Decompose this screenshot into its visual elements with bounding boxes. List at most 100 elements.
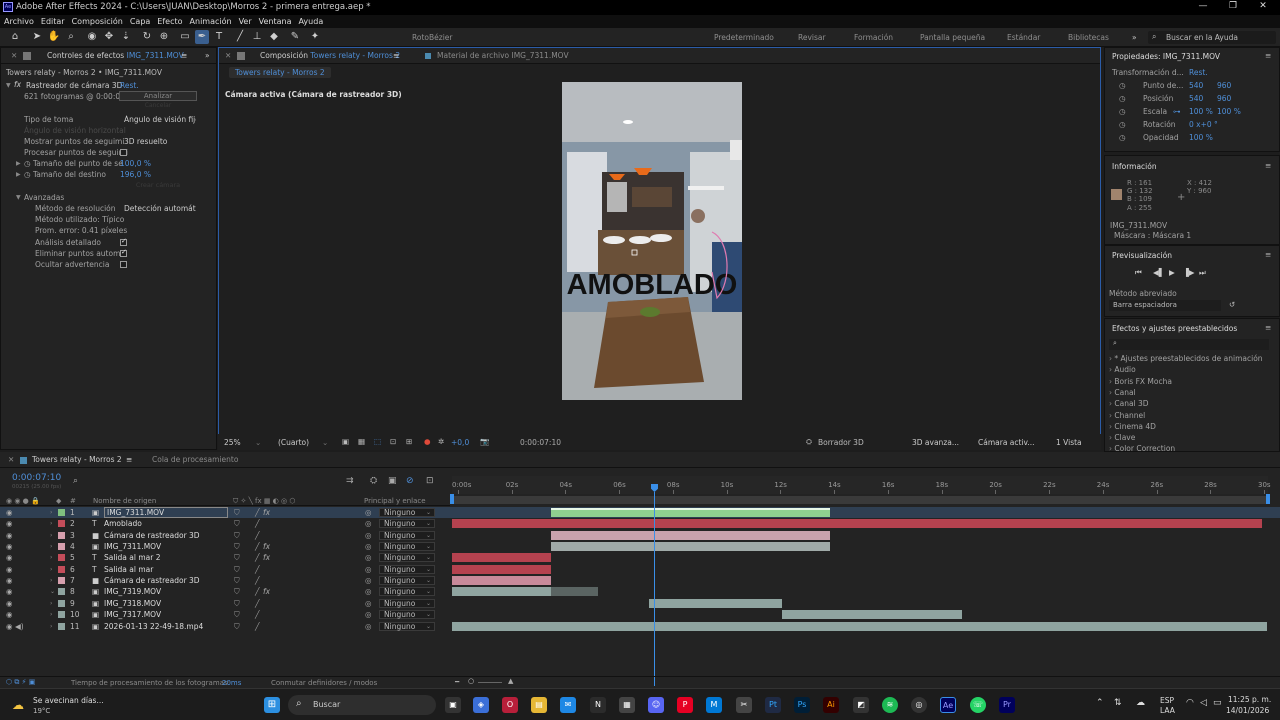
quality-switch-icon[interactable]: ╱ [255,610,260,619]
work-area-end-handle[interactable] [1266,494,1270,504]
expand-layer-icon[interactable]: › [50,600,52,607]
whatsapp-icon[interactable]: ☏ [970,697,986,713]
shy-switch-icon[interactable]: ⛉ [234,622,240,632]
zoom-slider-thumb[interactable]: ○ [468,677,474,685]
panel-menu-icon[interactable]: ≡ [181,51,187,60]
current-timecode[interactable]: 0:00:07:10 [520,438,561,447]
stopwatch-icon[interactable]: ◷ [1119,120,1126,129]
rotate-tool-icon[interactable]: ↻ [140,30,154,44]
expand-layer-icon[interactable]: › [50,554,52,561]
panel-menu-icon[interactable]: ≡ [393,51,399,60]
preset-category[interactable]: › Cinema 4D [1109,422,1156,431]
target-size-value[interactable]: 196,0 % [120,170,151,179]
shy-switch-icon[interactable]: ⛉ [234,519,240,529]
panel-menu-icon[interactable]: ≡ [1265,250,1271,259]
layer-duration-bar[interactable] [551,542,830,552]
quality-switch-icon[interactable]: ╱ [255,508,260,517]
zoom-caret-icon[interactable]: ⌄ [255,438,261,447]
layer-duration-bar[interactable] [452,621,1267,631]
workspace-pantalla-pequena[interactable]: Pantalla pequeña [920,33,985,42]
create-camera-button[interactable]: Crear cámara [119,181,197,190]
toggle-switches-modes[interactable]: Conmutar definidores / modos [271,679,377,687]
first-frame-icon[interactable]: ⏮ [1135,268,1142,278]
puppet-pin-icon[interactable]: ✦ [308,30,322,44]
expand-panels-icon[interactable]: » [205,51,210,60]
fx-icon[interactable]: fx [14,80,21,89]
photoshop-express-icon[interactable]: Pt [765,697,781,713]
parent-header[interactable]: Principal y enlace [364,497,426,505]
time-ruler[interactable]: 0:00s 02s 04s 06s 08s 10s 12s 14s 16s 18s 20s 22s 24… [452,476,1271,494]
preset-category[interactable]: › Clave [1109,433,1135,442]
layer-name[interactable]: Salida al mar [104,565,153,574]
timeline-layer-row[interactable]: ◉ › 9 ▣ IMG_7318.MOV ⛉ ╱ ◎ Ninguno ⌄ [0,598,1280,609]
help-search-input[interactable]: ⌕ Buscar en la Ayuda [1148,31,1276,44]
auto-delete-checkbox[interactable] [120,248,127,257]
eye-icon[interactable]: ◉ [6,565,13,574]
audio-icon[interactable]: ◀) [15,622,24,631]
zoom-out-icon[interactable]: ━ [455,678,459,686]
preset-category[interactable]: › Channel [1109,411,1145,420]
quality-switch-icon[interactable]: ╱ [255,553,260,562]
advanced-expand-icon[interactable]: ▼ [16,194,21,201]
layer-duration-bar[interactable] [452,519,1262,529]
workspace-overflow-icon[interactable]: » [1132,33,1137,42]
type-tool-icon[interactable]: T [212,30,226,44]
panel-menu-icon[interactable]: ≡ [1265,161,1271,170]
layer-label-color[interactable] [58,543,65,551]
snapshot-icon[interactable]: 📷 [480,437,489,446]
quality-switch-icon[interactable]: ╱ [255,531,260,540]
shortcut-dropdown[interactable]: Barra espaciadora [1109,300,1221,311]
zoom-tool-icon[interactable]: ⌕ [64,30,78,44]
expand-layer-icon[interactable]: ⌄ [50,588,55,595]
views-dropdown[interactable]: 1 Vista [1056,438,1082,447]
selection-tool-icon[interactable]: ➤ [30,30,44,44]
prop-scale-y[interactable]: 100 % [1217,107,1241,116]
layer-name[interactable]: IMG_7317.MOV [104,610,161,619]
layer-label-color[interactable] [58,531,65,539]
workspace-formacion[interactable]: Formación [854,33,893,42]
layer-duration-bar[interactable] [649,598,782,608]
layer-duration-bar[interactable] [452,564,551,574]
dolly-camera-icon[interactable]: ⇣ [119,30,133,44]
quality-switch-icon[interactable]: ╱ [255,587,260,596]
analyze-button[interactable]: Analizar [119,91,197,101]
outlook-icon[interactable]: ✉ [560,697,576,713]
expand-layer-icon[interactable]: › [50,543,52,550]
orbit-camera-icon[interactable]: ◉ [85,30,99,44]
pick-whip-icon[interactable]: ◎ [365,576,372,585]
show-track-points-dropdown[interactable]: 3D resuelto [124,137,167,146]
eraser-tool-icon[interactable]: ◆ [267,30,281,44]
discord-icon[interactable]: ☺ [648,697,664,713]
layer-label-color[interactable] [58,509,65,516]
timeline-layer-row[interactable]: ◉ › 1 ▣ IMG_7311.MOV ⛉ ╱ fx ◎ Ninguno ⌄ [0,507,1280,518]
layer-name[interactable]: IMG_7311.MOV [104,507,228,518]
timeline-layer-row[interactable]: ◉ › 2 T Amoblado ⛉ ╱ ◎ Ninguno ⌄ [0,518,1280,529]
network-icon[interactable]: ⇅ [1114,698,1122,708]
work-area-bar[interactable] [452,496,1268,504]
menu-efecto[interactable]: Efecto [153,15,185,26]
capcut-icon[interactable]: ✂ [736,697,752,713]
timeline-layer-row[interactable]: ◉ ⌄ 8 ▣ IMG_7319.MOV ⛉ ╱ fx ◎ Ninguno ⌄ [0,586,1280,597]
loop-icon[interactable]: ↺ [1229,300,1235,309]
opera-icon[interactable]: O [502,697,518,713]
minimize-button[interactable]: — [1188,1,1218,14]
expand-layer-icon[interactable]: › [50,611,52,618]
workspace-bibliotecas[interactable]: Bibliotecas [1068,33,1109,42]
transparency-grid-icon[interactable]: ▦ [358,437,365,446]
presets-search-input[interactable]: ⌕ [1109,339,1269,350]
stopwatch-icon[interactable]: ◷ [1119,81,1126,90]
calculator-icon[interactable]: ▦ [619,697,635,713]
expand-layer-icon[interactable]: › [50,520,52,527]
photos-icon[interactable]: ◩ [853,697,869,713]
next-frame-icon[interactable]: ▐▶ [1183,268,1195,277]
menu-ayuda[interactable]: Ayuda [295,15,327,26]
layer-name[interactable]: Amoblado [104,519,142,528]
draft-3d-tl-icon[interactable]: ⛭ [370,476,377,486]
eye-icon[interactable]: ◉ [6,519,13,528]
maximize-button[interactable]: ❐ [1218,1,1248,14]
pick-whip-icon[interactable]: ◎ [365,587,372,596]
eye-icon[interactable]: ◉ [6,622,13,631]
exposure-value[interactable]: +0,0 [451,438,469,447]
volume-icon[interactable]: ◁ [1200,698,1207,708]
eye-icon[interactable]: ◉ [6,576,13,585]
